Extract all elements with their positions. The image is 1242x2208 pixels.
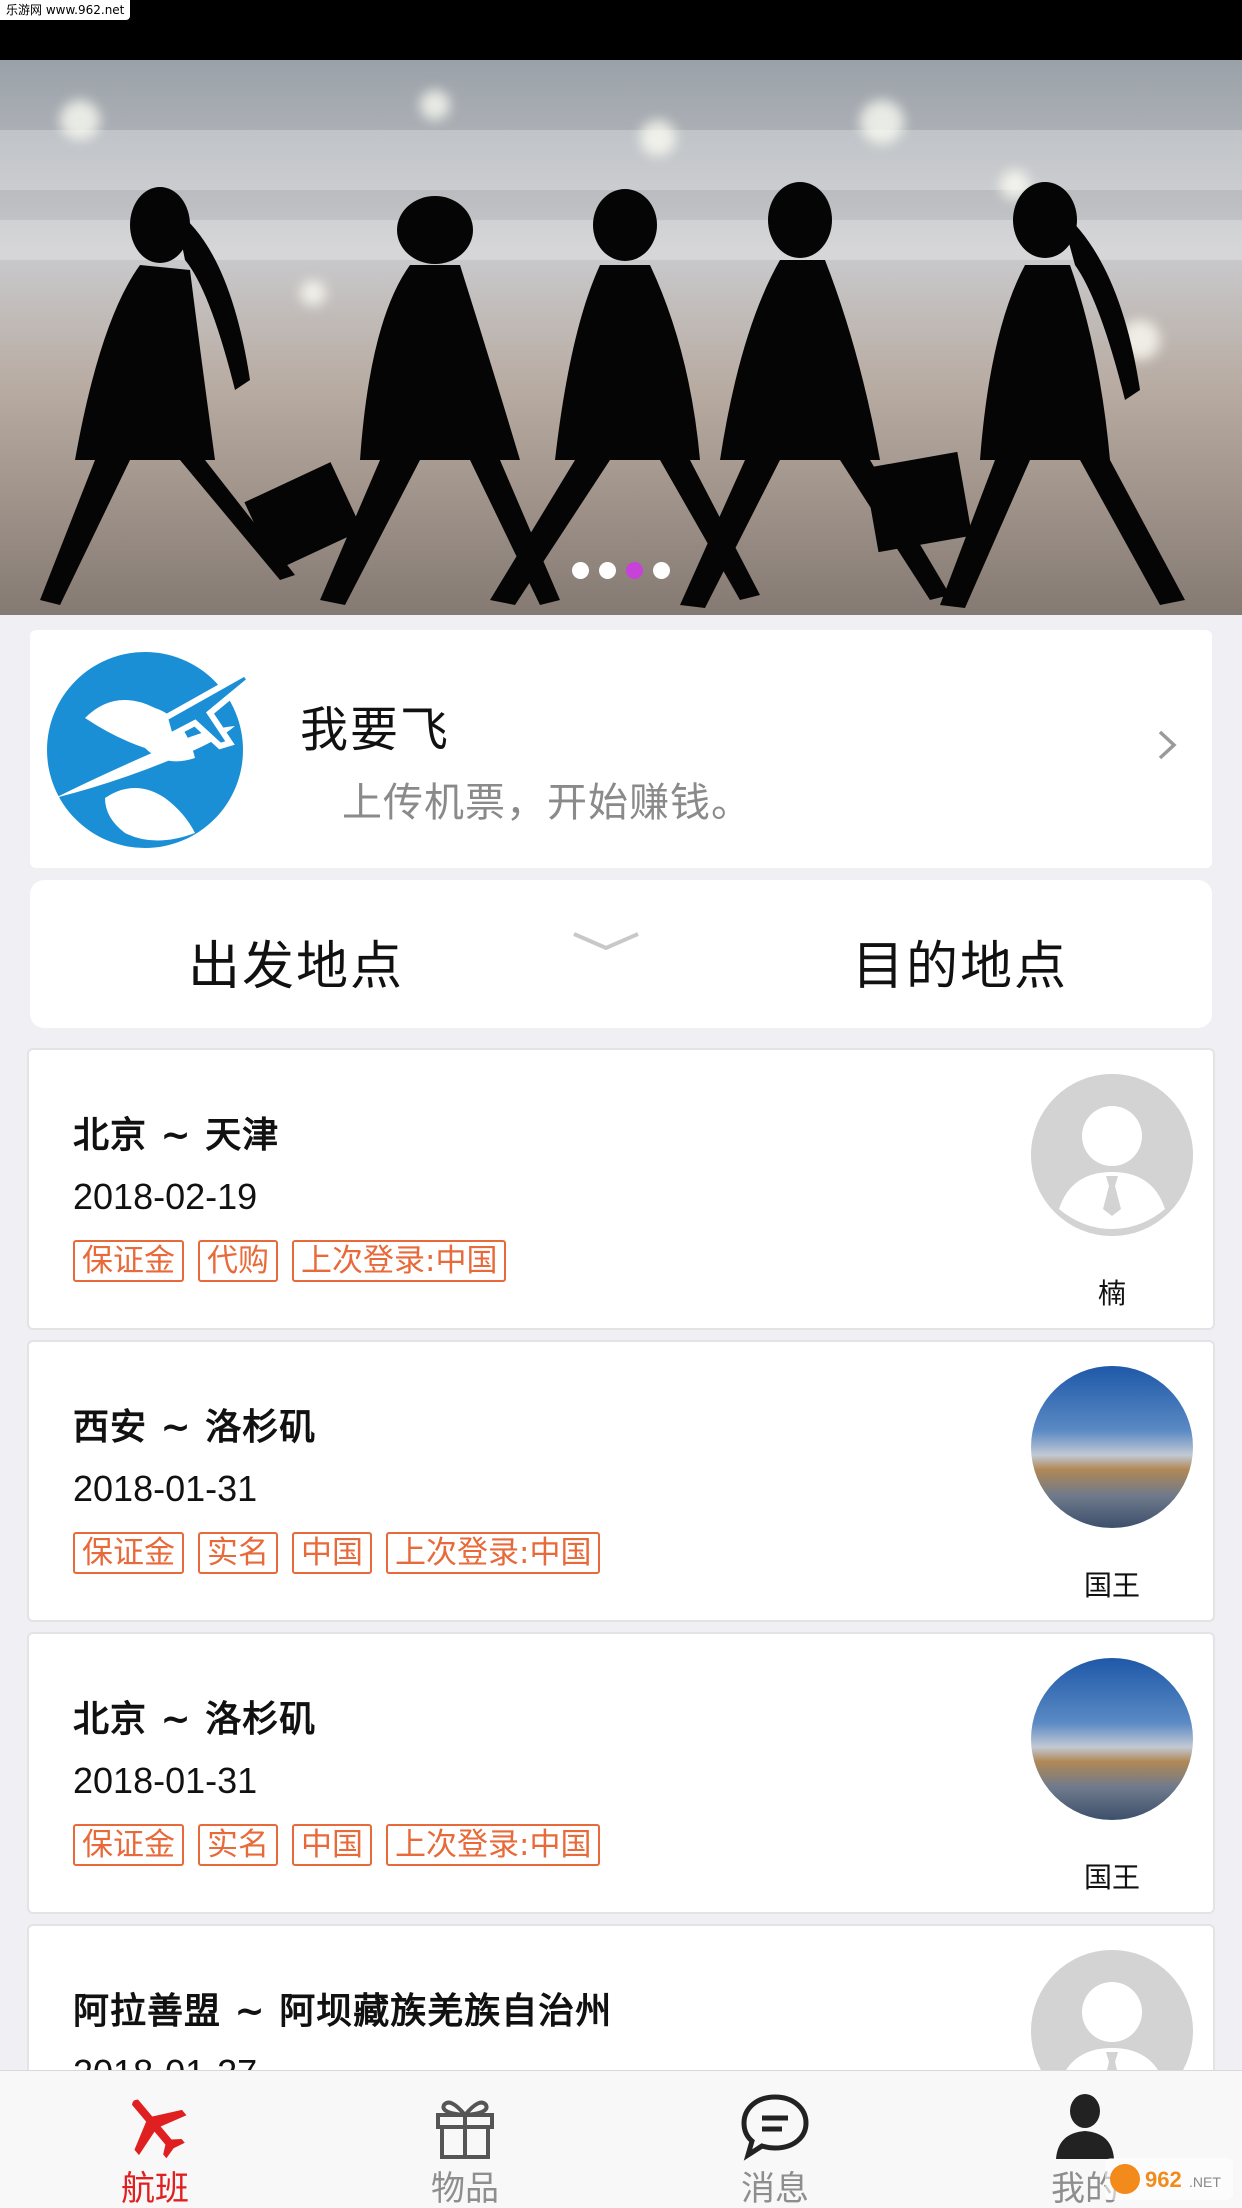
listing-username: 国王 <box>1083 1861 1140 1894</box>
app-screen: 乐游网 www.962.net 我要飞 上传机票，开始赚钱。 出发地点 目的地点… <box>0 0 1242 2208</box>
tab-flights[interactable]: 航班 <box>0 2071 310 2208</box>
watermark-label: 乐游网 www.962.net <box>0 0 131 20</box>
tag-badge: 中国 <box>292 1532 372 1574</box>
banner-dot-1[interactable] <box>572 562 589 579</box>
route-selector: 出发地点 目的地点 <box>30 880 1212 1028</box>
tab-label: 物品 <box>431 2169 499 2208</box>
tag-badge: 中国 <box>292 1824 372 1866</box>
tag-badge: 保证金 <box>73 1240 184 1282</box>
chevron-down-icon[interactable] <box>570 926 642 956</box>
promo-banner[interactable] <box>0 60 1242 615</box>
listing-tags: 保证金 实名 中国 上次登录:中国 <box>73 1824 601 1866</box>
tag-badge: 上次登录:中国 <box>386 1532 601 1574</box>
tag-badge: 上次登录:中国 <box>386 1824 601 1866</box>
tab-label: 消息 <box>741 2169 809 2208</box>
gift-icon <box>436 2100 494 2159</box>
svg-text:.NET: .NET <box>1189 2174 1221 2190</box>
user-avatar[interactable] <box>1031 1366 1193 1528</box>
airplane-icon <box>132 2099 187 2159</box>
fly-card-title: 我要飞 <box>300 702 451 758</box>
shopping-women-silhouettes <box>40 182 1185 608</box>
default-avatar-icon[interactable] <box>1031 1074 1193 1236</box>
tab-messages[interactable]: 消息 <box>620 2071 930 2208</box>
flight-listings: 北京 ~ 天津 2018-02-19 保证金 代购 上次登录:中国 楠 西安 ~… <box>27 1048 1215 2208</box>
status-bar: 乐游网 www.962.net <box>0 0 1242 60</box>
banner-dot-4[interactable] <box>653 562 670 579</box>
listing-route: 北京 ~ 洛杉矶 <box>73 1699 317 1740</box>
tag-badge: 实名 <box>198 1532 278 1574</box>
fly-card-subtitle: 上传机票，开始赚钱。 <box>342 780 752 826</box>
svg-text:962: 962 <box>1145 2167 1182 2192</box>
listing-route: 北京 ~ 天津 <box>73 1115 280 1156</box>
tag-badge: 上次登录:中国 <box>292 1240 507 1282</box>
chevron-right-icon <box>1158 730 1177 760</box>
banner-pagination <box>0 562 1242 579</box>
listing-route: 西安 ~ 洛杉矶 <box>73 1407 317 1448</box>
listing-card[interactable]: 北京 ~ 洛杉矶 2018-01-31 保证金 实名 中国 上次登录:中国 国王 <box>27 1632 1215 1914</box>
listing-tags: 保证金 实名 中国 上次登录:中国 <box>73 1532 601 1574</box>
banner-dot-3[interactable] <box>626 562 643 579</box>
destination-selector[interactable]: 目的地点 <box>852 924 1068 999</box>
tag-badge: 实名 <box>198 1824 278 1866</box>
departure-selector[interactable]: 出发地点 <box>188 924 404 999</box>
tab-items[interactable]: 物品 <box>310 2071 620 2208</box>
chat-bubble-icon <box>741 2094 809 2161</box>
listing-date: 2018-01-31 <box>73 1760 258 1801</box>
user-avatar[interactable] <box>1031 1658 1193 1820</box>
person-icon <box>1056 2094 1114 2159</box>
tag-badge: 保证金 <box>73 1532 184 1574</box>
listing-card[interactable]: 西安 ~ 洛杉矶 2018-01-31 保证金 实名 中国 上次登录:中国 国王 <box>27 1340 1215 1622</box>
tab-label: 航班 <box>121 2169 189 2208</box>
listing-tags: 保证金 代购 上次登录:中国 <box>73 1240 507 1282</box>
fly-upload-card[interactable]: 我要飞 上传机票，开始赚钱。 <box>30 630 1212 868</box>
globe-airplane-logo-icon <box>47 652 255 848</box>
listing-card[interactable]: 北京 ~ 天津 2018-02-19 保证金 代购 上次登录:中国 楠 <box>27 1048 1215 1330</box>
banner-dot-2[interactable] <box>599 562 616 579</box>
tag-badge: 保证金 <box>73 1824 184 1866</box>
listing-date: 2018-01-31 <box>73 1468 258 1509</box>
site-watermark-logo: 962 .NET <box>1105 2158 1233 2200</box>
bottom-tab-bar: 航班 物品 消息 我的 <box>0 2070 1242 2208</box>
listing-route: 阿拉善盟 ~ 阿坝藏族羌族自治州 <box>73 1991 613 2032</box>
listing-username: 楠 <box>1097 1277 1126 1310</box>
listing-username: 国王 <box>1083 1569 1140 1602</box>
listing-date: 2018-02-19 <box>73 1176 258 1217</box>
tag-badge: 代购 <box>198 1240 278 1282</box>
